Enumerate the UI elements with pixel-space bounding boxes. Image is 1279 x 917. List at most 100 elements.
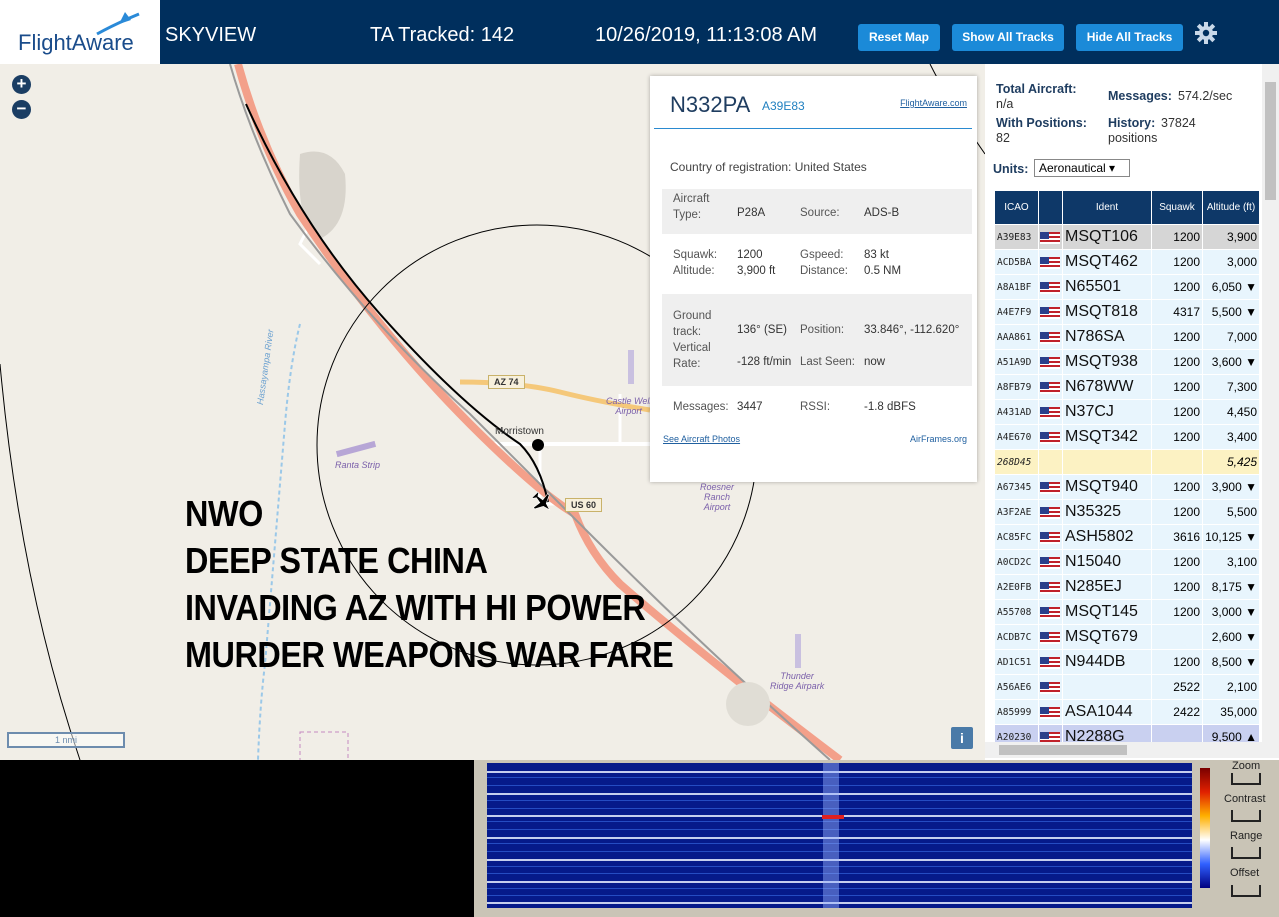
row-squawk: 1200 xyxy=(1151,374,1203,400)
sidebar-vertical-scrollbar[interactable] xyxy=(1262,64,1279,742)
table-row[interactable]: A8FB79 N678WW 1200 7,300 xyxy=(994,374,1260,400)
flightaware-link[interactable]: FlightAware.com xyxy=(900,98,967,108)
offset-slider[interactable] xyxy=(1231,885,1261,897)
row-ident: ASA1044 xyxy=(1062,699,1152,725)
range-slider[interactable] xyxy=(1231,847,1261,859)
col-header-altitude[interactable]: Altitude (ft) xyxy=(1202,190,1260,225)
overlay-line: INVADING AZ WITH HI POWER xyxy=(185,587,646,628)
history-unit: positions xyxy=(1108,131,1158,145)
row-ident: N65501 xyxy=(1062,274,1152,300)
row-altitude: 3,100 xyxy=(1202,549,1260,575)
map-info-button[interactable]: i xyxy=(951,727,973,749)
table-row[interactable]: A56AE6 2522 2,100 xyxy=(994,674,1260,700)
last-seen-label: Last Seen: xyxy=(800,356,855,368)
waterfall-signal-line xyxy=(487,888,1192,889)
scrollbar-thumb[interactable] xyxy=(1265,82,1276,200)
reset-map-button[interactable]: Reset Map xyxy=(858,24,940,51)
table-row[interactable]: A4E7F9 MSQT818 4317 5,500 ▼ xyxy=(994,299,1260,325)
col-header-ident[interactable]: Ident xyxy=(1062,190,1152,225)
skyview-app: FlightAware SKYVIEW TA Tracked: 142 10/2… xyxy=(0,0,1279,917)
table-row[interactable]: AAA861 N786SA 1200 7,000 xyxy=(994,324,1260,350)
hide-all-tracks-button[interactable]: Hide All Tracks xyxy=(1076,24,1183,51)
table-row[interactable]: A0CD2C N15040 1200 3,100 xyxy=(994,549,1260,575)
row-icao: AAA861 xyxy=(994,324,1039,350)
zoom-slider[interactable] xyxy=(1231,773,1261,785)
table-row[interactable]: A55708 MSQT145 1200 3,000 ▼ xyxy=(994,599,1260,625)
squawk-value: 1200 xyxy=(737,249,763,261)
col-header-squawk[interactable]: Squawk xyxy=(1151,190,1203,225)
waterfall-signal-line xyxy=(487,843,1192,844)
flightaware-logo[interactable]: FlightAware xyxy=(0,0,160,64)
table-row[interactable]: A431AD N37CJ 1200 4,450 xyxy=(994,399,1260,425)
town-label: Morristown xyxy=(495,426,544,437)
row-ident: MSQT679 xyxy=(1062,624,1152,650)
table-row[interactable]: 268D45 5,425 xyxy=(994,449,1260,475)
table-row[interactable]: A4E670 MSQT342 1200 3,400 xyxy=(994,424,1260,450)
messages-rate-label: Messages: xyxy=(1108,89,1172,103)
waterfall-signal-line xyxy=(487,859,1192,861)
row-ident: MSQT106 xyxy=(1062,224,1152,250)
table-row[interactable]: A2E0FB N285EJ 1200 8,175 ▼ xyxy=(994,574,1260,600)
gspeed-value: 83 kt xyxy=(864,249,889,261)
row-squawk xyxy=(1151,624,1203,650)
with-positions-value: 82 xyxy=(996,131,1010,145)
country-value: United States xyxy=(794,160,867,174)
row-altitude: 4,450 xyxy=(1202,399,1260,425)
table-row[interactable]: ACDB7C MSQT679 2,600 ▼ xyxy=(994,624,1260,650)
history-value: 37824 xyxy=(1161,116,1196,130)
row-altitude: 3,900 xyxy=(1202,224,1260,250)
table-row[interactable]: A85999 ASA1044 2422 35,000 xyxy=(994,699,1260,725)
table-row[interactable]: A67345 MSQT940 1200 3,900 ▼ xyxy=(994,474,1260,500)
col-header-icao[interactable]: ICAO xyxy=(994,190,1039,225)
contrast-slider[interactable] xyxy=(1231,810,1261,822)
row-icao: A8A1BF xyxy=(994,274,1039,300)
aircraft-type-value: P28A xyxy=(737,207,766,219)
row-altitude: 8,175 ▼ xyxy=(1202,574,1260,600)
col-header-flag[interactable] xyxy=(1038,190,1063,225)
row-squawk: 2422 xyxy=(1151,699,1203,725)
show-all-tracks-button[interactable]: Show All Tracks xyxy=(952,24,1064,51)
waterfall-signal-line xyxy=(487,777,1192,778)
row-ident: N944DB xyxy=(1062,649,1152,675)
row-ident: MSQT818 xyxy=(1062,299,1152,325)
squawk-label: Squawk: xyxy=(673,249,718,261)
aircraft-detail-popup: N332PA A39E83 FlightAware.com Country of… xyxy=(650,76,977,482)
row-icao: AC85FC xyxy=(994,524,1039,550)
waterfall-signal-line xyxy=(487,785,1192,786)
table-row[interactable]: A51A9D MSQT938 1200 3,600 ▼ xyxy=(994,349,1260,375)
zoom-in-button[interactable]: + xyxy=(12,75,31,94)
us-flag-icon xyxy=(1040,331,1060,344)
gear-icon[interactable] xyxy=(1193,20,1219,46)
scrollbar-thumb[interactable] xyxy=(999,745,1127,755)
table-row[interactable]: A8A1BF N65501 1200 6,050 ▼ xyxy=(994,274,1260,300)
row-altitude: 3,000 xyxy=(1202,249,1260,275)
row-icao: A0CD2C xyxy=(994,549,1039,575)
aircraft-photos-link[interactable]: See Aircraft Photos xyxy=(663,434,740,444)
row-altitude: 8,500 ▼ xyxy=(1202,649,1260,675)
row-icao: A51A9D xyxy=(994,349,1039,375)
table-row[interactable]: AD1C51 N944DB 1200 8,500 ▼ xyxy=(994,649,1260,675)
row-altitude: 35,000 xyxy=(1202,699,1260,725)
row-squawk: 1200 xyxy=(1151,274,1203,300)
us-flag-icon xyxy=(1040,531,1060,544)
units-select[interactable]: Aeronautical ▾ xyxy=(1034,159,1130,177)
row-ident: N285EJ xyxy=(1062,574,1152,600)
rssi-value: -1.8 dBFS xyxy=(864,401,916,413)
table-row[interactable]: A3F2AE N35325 1200 5,500 xyxy=(994,499,1260,525)
airframes-link[interactable]: AirFrames.org xyxy=(910,434,967,444)
row-squawk xyxy=(1151,449,1203,475)
row-squawk: 1200 xyxy=(1151,574,1203,600)
altitude-label: Altitude: xyxy=(673,265,715,277)
table-row[interactable]: ACD5BA MSQT462 1200 3,000 xyxy=(994,249,1260,275)
table-row[interactable]: A39E83 MSQT106 1200 3,900 xyxy=(994,224,1260,250)
waterfall-signal-line xyxy=(487,881,1192,883)
row-squawk: 1200 xyxy=(1151,249,1203,275)
receiver-location-dot xyxy=(532,439,544,451)
table-row[interactable]: AC85FC ASH5802 3616 10,125 ▼ xyxy=(994,524,1260,550)
row-squawk: 1200 xyxy=(1151,474,1203,500)
popup-section-squawk: Squawk: 1200 Gspeed: 83 kt Altitude: 3,9… xyxy=(662,246,972,286)
zoom-out-button[interactable]: − xyxy=(12,100,31,119)
sidebar-horizontal-scrollbar[interactable] xyxy=(985,742,1279,758)
row-altitude: 2,600 ▼ xyxy=(1202,624,1260,650)
row-icao: AD1C51 xyxy=(994,649,1039,675)
